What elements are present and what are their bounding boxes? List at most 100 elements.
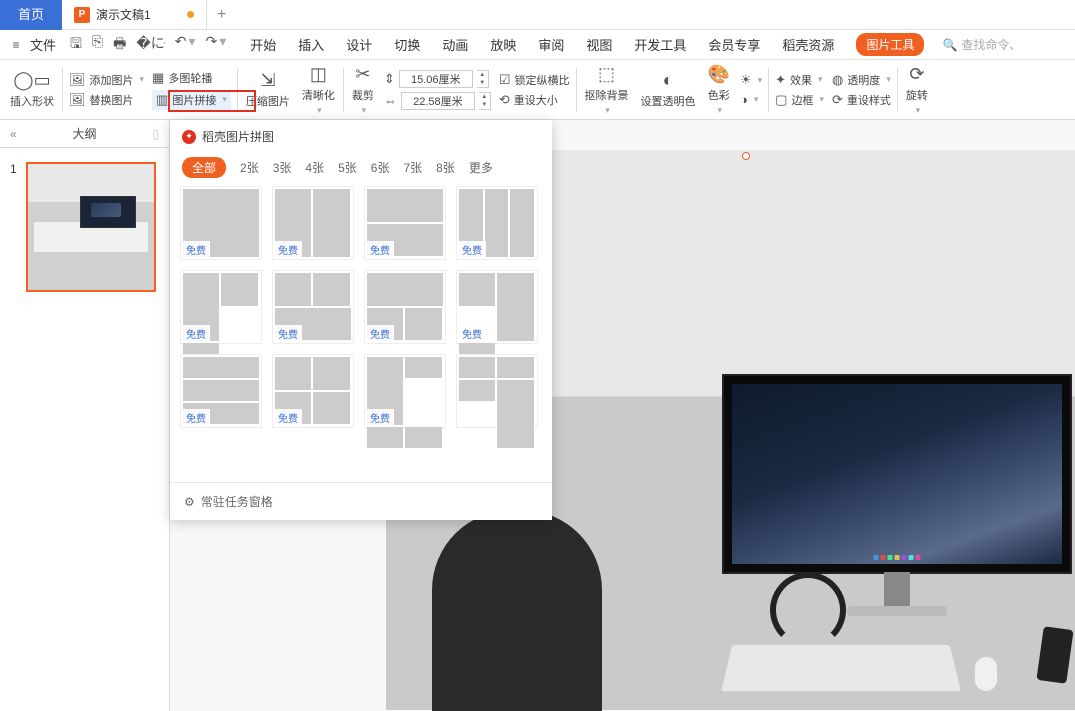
- width-icon: ⇔: [384, 93, 397, 108]
- lock-aspect-checkbox[interactable]: ☑锁定纵横比: [499, 72, 570, 88]
- clarity-button[interactable]: ◫清晰化▾: [296, 62, 341, 118]
- height-input[interactable]: [399, 70, 473, 88]
- menu-design[interactable]: 设计: [346, 35, 372, 54]
- width-input[interactable]: [401, 92, 475, 110]
- template-item[interactable]: 免费: [272, 270, 354, 344]
- color-button[interactable]: 🎨色彩▾: [702, 62, 736, 118]
- border-button[interactable]: ▢边框▾: [775, 92, 824, 108]
- panel-footer[interactable]: ⚙ 常驻任务窗格: [170, 482, 552, 520]
- reset-style-button[interactable]: ⟳重设样式: [832, 92, 891, 108]
- slides-tab[interactable]: ▯: [152, 127, 159, 141]
- brightness-button[interactable]: ☀▾: [740, 72, 762, 88]
- tab-3[interactable]: 3张: [273, 159, 292, 176]
- tab-more[interactable]: 更多: [469, 159, 493, 176]
- panel-title: ✦ 稻壳图片拼图: [170, 120, 552, 153]
- tab-6[interactable]: 6张: [371, 159, 390, 176]
- rotate-handle[interactable]: [742, 152, 750, 160]
- crop-icon: ✂: [355, 64, 370, 85]
- export-icon[interactable]: ⎘: [92, 33, 103, 57]
- template-item[interactable]: 免费: [272, 354, 354, 428]
- divider: [62, 68, 63, 112]
- effect-button[interactable]: ✦效果▾: [775, 72, 824, 88]
- print-icon[interactable]: 🖶: [113, 33, 126, 57]
- slide-thumbnail-1[interactable]: 1: [10, 162, 159, 292]
- tab-home[interactable]: 首页: [0, 0, 62, 30]
- remove-bg-icon: ⬚: [598, 64, 615, 85]
- tab-7[interactable]: 7张: [403, 159, 422, 176]
- search-command[interactable]: 🔍 查找命令、: [942, 36, 1021, 53]
- presentation-icon: P: [74, 7, 90, 23]
- picture-tools-tab[interactable]: 图片工具: [856, 33, 924, 56]
- template-item[interactable]: 免费: [272, 186, 354, 260]
- menu-slideshow[interactable]: 放映: [490, 35, 516, 54]
- compress-button[interactable]: ⇲压缩图片: [240, 62, 296, 118]
- menu-transition[interactable]: 切换: [394, 35, 420, 54]
- insert-shape-button[interactable]: ◯▭ 插入形状: [4, 62, 60, 118]
- main-menu: 开始 插入 设计 切换 动画 放映 审阅 视图 开发工具 会员专享 稻壳资源: [250, 35, 834, 54]
- menu-member[interactable]: 会员专享: [708, 35, 760, 54]
- color-icon: 🎨: [708, 64, 730, 85]
- ribbon: ◯▭ 插入形状 🖼添加图片▾ 🖼替换图片 ▦多图轮播 ▥图片拼接▾ ⇲压缩图片 …: [0, 60, 1075, 120]
- tab-document[interactable]: P 演示文稿1: [62, 0, 207, 30]
- collapse-icon[interactable]: «: [10, 127, 17, 141]
- menu-docer[interactable]: 稻壳资源: [782, 35, 834, 54]
- divider: [576, 68, 577, 112]
- menu-view[interactable]: 视图: [586, 35, 612, 54]
- template-item[interactable]: 免费: [364, 354, 446, 428]
- sun-icon: ☀: [740, 72, 752, 88]
- template-item[interactable]: 免费: [180, 354, 262, 428]
- menu-review[interactable]: 审阅: [538, 35, 564, 54]
- template-item[interactable]: 免费: [456, 186, 538, 260]
- picture-merge-panel: ✦ 稻壳图片拼图 全部 2张 3张 4张 5张 6张 7张 8张 更多 免费 免…: [170, 120, 552, 520]
- height-icon: ⇕: [384, 71, 395, 87]
- divider: [237, 68, 238, 112]
- tab-2[interactable]: 2张: [240, 159, 259, 176]
- preview-icon[interactable]: �にּ: [136, 33, 164, 57]
- set-transparent-button[interactable]: ◐设置透明色: [635, 62, 702, 118]
- redo-icon[interactable]: ↷▾: [206, 33, 227, 57]
- save-icon[interactable]: 🖫: [70, 33, 82, 57]
- menu-insert[interactable]: 插入: [298, 35, 324, 54]
- rotate-button[interactable]: ⟳旋转▾: [900, 62, 934, 118]
- headphones-graphic: [770, 572, 846, 648]
- tab-5[interactable]: 5张: [338, 159, 357, 176]
- thumbnail-preview: [26, 162, 156, 292]
- template-item[interactable]: [456, 354, 538, 428]
- crop-button[interactable]: ✂裁剪▾: [346, 62, 380, 118]
- menu-devtools[interactable]: 开发工具: [634, 35, 686, 54]
- rotate-icon: ⟳: [909, 64, 924, 85]
- reset-size-button[interactable]: ⟲重设大小: [499, 92, 570, 108]
- template-item[interactable]: 免费: [364, 186, 446, 260]
- panel-tabs: 全部 2张 3张 4张 5张 6张 7张 8张 更多: [170, 153, 552, 186]
- template-item[interactable]: 免费: [364, 270, 446, 344]
- picture-merge-button[interactable]: ▥图片拼接▾: [152, 90, 231, 110]
- remove-bg-button[interactable]: ⬚抠除背景▾: [579, 62, 635, 118]
- mouse-graphic: [974, 656, 998, 692]
- tab-4[interactable]: 4张: [305, 159, 324, 176]
- quick-access-toolbar: 🖫 ⎘ 🖶 �にּ ↶▾ ↷▾: [70, 33, 226, 57]
- transparency-button[interactable]: ◍透明度▾: [832, 72, 891, 88]
- menu-animation[interactable]: 动画: [442, 35, 468, 54]
- multi-rotate-button[interactable]: ▦多图轮播: [152, 70, 231, 86]
- height-spinner[interactable]: ▲▼: [477, 70, 489, 88]
- sidebar-header: « 大纲 ▯: [0, 120, 169, 148]
- slide-number: 1: [10, 162, 20, 292]
- template-item[interactable]: 免费: [180, 270, 262, 344]
- contrast-button[interactable]: ◑▾: [740, 92, 762, 107]
- tab-8[interactable]: 8张: [436, 159, 455, 176]
- phone-graphic: [1036, 626, 1073, 684]
- outline-tab[interactable]: 大纲: [73, 125, 97, 142]
- replace-pic-icon: 🖼: [69, 92, 86, 108]
- width-spinner[interactable]: ▲▼: [479, 92, 491, 110]
- undo-icon[interactable]: ↶▾: [175, 33, 196, 57]
- tab-all[interactable]: 全部: [182, 157, 226, 178]
- menu-start[interactable]: 开始: [250, 35, 276, 54]
- template-item[interactable]: 免费: [456, 270, 538, 344]
- contrast-icon: ◑: [740, 92, 748, 107]
- new-tab-button[interactable]: +: [207, 6, 237, 24]
- template-item[interactable]: 免费: [180, 186, 262, 260]
- add-picture-button[interactable]: 🖼添加图片▾: [69, 72, 144, 88]
- hamburger-icon[interactable]: ≡: [6, 35, 26, 55]
- file-menu[interactable]: 文件: [30, 35, 56, 54]
- replace-picture-button[interactable]: 🖼替换图片: [69, 92, 144, 108]
